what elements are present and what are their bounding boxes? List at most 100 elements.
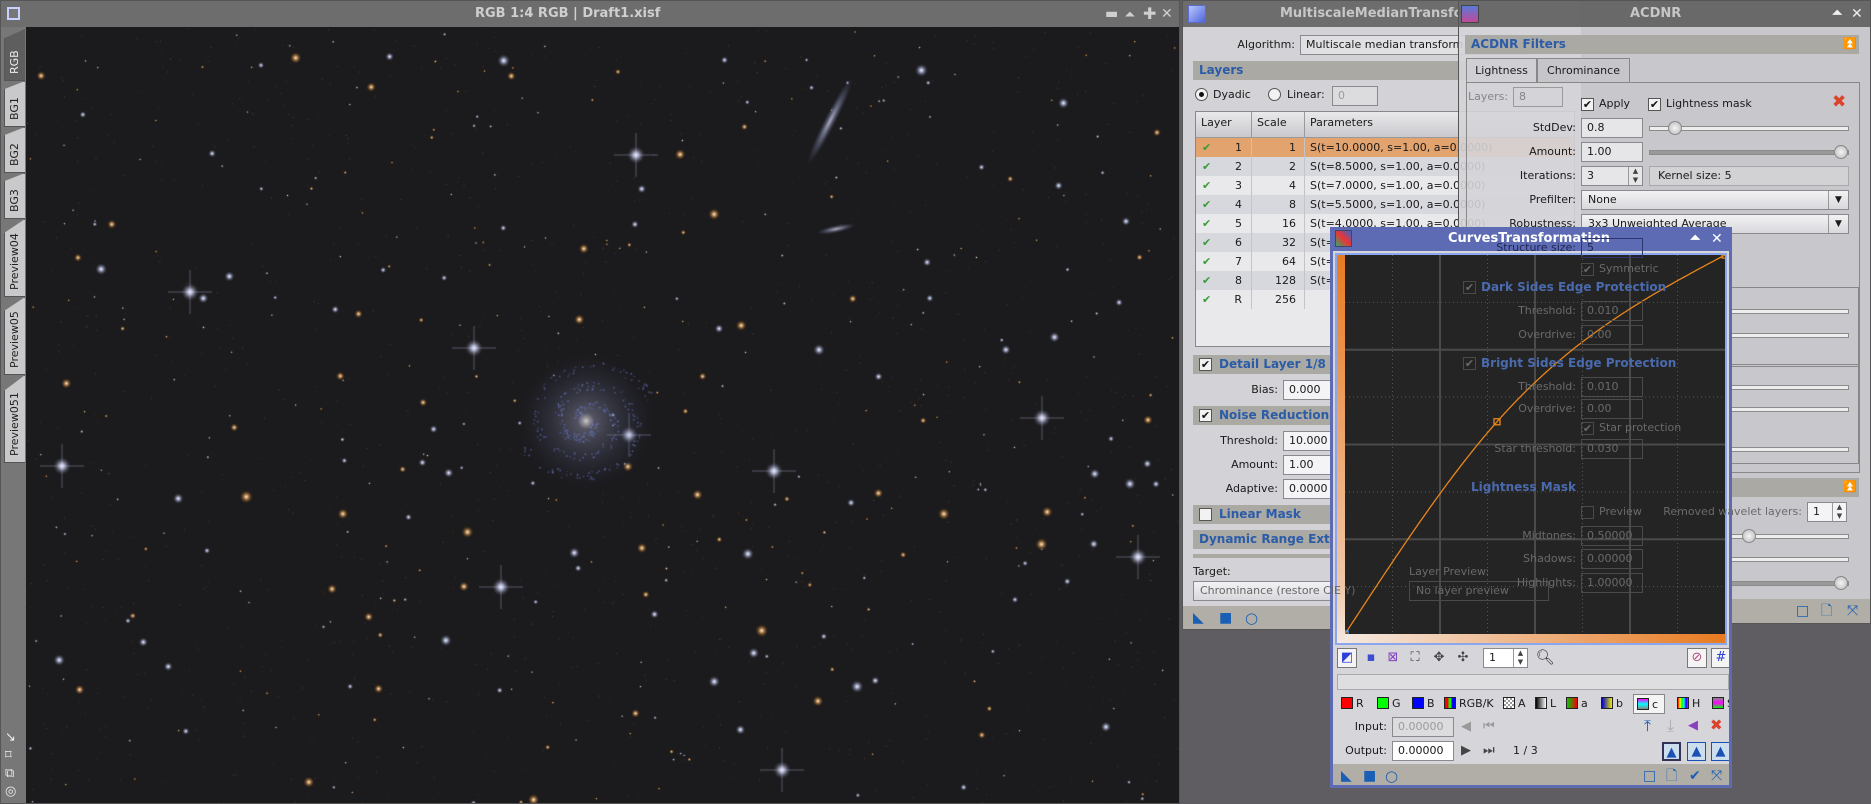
removed-layers-spinbox[interactable]: 1 ▲ ▼	[1807, 502, 1847, 522]
close-icon[interactable]: ✕	[1161, 1, 1173, 27]
channel-g[interactable]: G	[1374, 694, 1406, 714]
collapse-window-icon[interactable]: ⤧	[1847, 599, 1858, 623]
apply-checkbox[interactable]: ✔	[1581, 98, 1594, 111]
pan-icon[interactable]: ✣	[1453, 649, 1473, 667]
zoom-in-icon[interactable]: ⛶	[1405, 649, 1425, 667]
new-instance-icon[interactable]: ◣	[1193, 606, 1204, 629]
shade-icon[interactable]: ⏶	[1125, 1, 1135, 27]
linear-mask-checkbox[interactable]	[1199, 508, 1212, 521]
lightness-mask-checkbox[interactable]: ✔	[1648, 98, 1661, 111]
close-icon[interactable]: ✕	[1711, 227, 1723, 251]
channel-b[interactable]: B	[1409, 694, 1441, 714]
layer-enabled-icon[interactable]: ✔	[1202, 138, 1211, 157]
layer-enabled-icon[interactable]: ✔	[1202, 195, 1211, 214]
stddev-slider[interactable]	[1649, 121, 1849, 135]
channel-b[interactable]: b	[1598, 694, 1630, 714]
view-tab-preview051[interactable]: Preview051	[4, 375, 25, 463]
store-icon[interactable]: ⤒	[1644, 717, 1651, 735]
apply-square-icon[interactable]: ■	[1219, 606, 1232, 629]
delete-icon[interactable]: ✖	[1710, 716, 1723, 734]
reset-icon[interactable]: □	[1796, 599, 1809, 623]
midtones-input[interactable]: 0.50000	[1581, 526, 1643, 546]
slider-thumb[interactable]	[1742, 529, 1756, 543]
delete-point-icon[interactable]: ⊠	[1383, 649, 1403, 667]
structure-size-spinbox[interactable]: 5	[1581, 238, 1643, 258]
layer-enabled-icon[interactable]: ✔	[1202, 271, 1211, 290]
shadows-input[interactable]: 0.00000	[1581, 549, 1643, 569]
layer-enabled-icon[interactable]: ✔	[1202, 176, 1211, 195]
close-icon[interactable]: ✕	[1851, 1, 1863, 27]
input-field[interactable]: 0.00000	[1392, 717, 1454, 737]
stddev-input[interactable]: 0.8	[1581, 118, 1643, 138]
dyadic-radio[interactable]	[1195, 88, 1208, 101]
linear-radio[interactable]	[1268, 88, 1281, 101]
image-window-titlebar[interactable]: RGB 1:4 RGB | Draft1.xisf ▬ ⏶ ✚ ✕	[1, 1, 1179, 27]
view-tab-preview05[interactable]: Preview05	[4, 297, 25, 375]
tab-lightness[interactable]: Lightness	[1466, 58, 1537, 83]
channel-s[interactable]: S	[1709, 694, 1729, 714]
amount-slider[interactable]	[1649, 145, 1849, 159]
delete-icon[interactable]: ✖	[1832, 92, 1846, 112]
preview-checkbox[interactable]	[1581, 506, 1594, 519]
spin-arrows-icon[interactable]: ▲ ▼	[1513, 649, 1527, 667]
slider-thumb[interactable]	[1834, 145, 1848, 159]
shade-icon[interactable]: ⏶	[1690, 227, 1700, 251]
minimize-icon[interactable]: ▬	[1105, 1, 1118, 27]
highlights-input[interactable]: 1.00000	[1581, 573, 1643, 593]
layer-enabled-icon[interactable]: ✔	[1202, 233, 1211, 252]
header-layer[interactable]: Layer	[1201, 113, 1232, 133]
collapse-icon[interactable]: ⏫	[1843, 37, 1857, 50]
header-scale[interactable]: Scale	[1257, 113, 1287, 133]
clone-icon[interactable]: ⧉	[5, 765, 23, 783]
view-tab-rgb[interactable]: RGB	[4, 29, 25, 81]
dark-overdrive-input[interactable]: 0.00	[1581, 325, 1643, 345]
grid-icon[interactable]: #	[1711, 648, 1729, 668]
view-tab-preview04[interactable]: Preview04	[4, 219, 25, 297]
akima-interpolation-icon[interactable]: ▲	[1662, 742, 1681, 761]
select-point-icon[interactable]: ▪	[1361, 649, 1381, 667]
apply-global-icon[interactable]: ○	[1385, 764, 1398, 785]
apply-square-icon[interactable]: ■	[1363, 764, 1376, 785]
target-icon[interactable]: ◎	[5, 783, 23, 801]
view-tab-bg3[interactable]: BG3	[4, 173, 25, 219]
bright-overdrive-input[interactable]: 0.00	[1581, 399, 1643, 419]
bright-threshold-input[interactable]: 0.010	[1581, 377, 1643, 397]
channel-r[interactable]: R	[1338, 694, 1370, 714]
channel-rgb-k[interactable]: RGB/K	[1441, 694, 1505, 714]
channel-h[interactable]: H	[1674, 694, 1706, 714]
spin-arrows-icon[interactable]: ▲ ▼	[1628, 167, 1642, 185]
iterations-spinbox[interactable]: 3 ▲ ▼	[1581, 166, 1643, 186]
layer-enabled-icon[interactable]: ✔	[1202, 290, 1211, 309]
view-tab-bg2[interactable]: BG2	[4, 127, 25, 173]
bright-sides-checkbox[interactable]: ✔	[1463, 357, 1476, 370]
amount-input[interactable]: 1.00	[1581, 142, 1643, 162]
zoom-spinbox[interactable]: 1 ▲ ▼	[1483, 648, 1528, 668]
collapse-icon[interactable]: ⏫	[1843, 480, 1857, 493]
check-icon[interactable]: ✔	[1689, 764, 1701, 785]
apply-global-icon[interactable]: ○	[1245, 606, 1258, 629]
channel-c[interactable]: c	[1633, 694, 1665, 714]
symmetric-checkbox[interactable]: ✔	[1581, 263, 1594, 276]
zoom-out-icon[interactable]: ✥	[1429, 649, 1449, 667]
new-instance-icon[interactable]: ◣	[1341, 764, 1352, 785]
tab-chrominance[interactable]: Chrominance	[1537, 58, 1630, 83]
first-point-icon[interactable]: ⏮	[1483, 718, 1495, 736]
layer-enabled-icon[interactable]: ✔	[1202, 252, 1211, 271]
spin-arrows-icon[interactable]: ▲ ▼	[1832, 503, 1846, 521]
slider-thumb[interactable]	[1834, 576, 1848, 590]
layer-enabled-icon[interactable]: ✔	[1202, 157, 1211, 176]
image-canvas[interactable]	[26, 27, 1179, 803]
magnifier-icon[interactable]: 🔍︎	[1535, 648, 1555, 666]
detail-layer-checkbox[interactable]: ✔	[1199, 358, 1212, 371]
noise-reduction-checkbox[interactable]: ✔	[1199, 409, 1212, 422]
prefilter-select[interactable]: None ▼	[1581, 190, 1849, 210]
dark-threshold-input[interactable]: 0.010	[1581, 301, 1643, 321]
cubic-interpolation-icon[interactable]: ▲	[1687, 742, 1706, 761]
view-tab-bg1[interactable]: BG1	[4, 81, 25, 127]
show-original-icon[interactable]: ⊘	[1687, 648, 1707, 668]
maximize-icon[interactable]: ✚	[1143, 1, 1156, 27]
collapse-window-icon[interactable]: ⤧	[1711, 764, 1722, 785]
document-icon[interactable]: 🗋	[1821, 599, 1832, 623]
channel-a[interactable]: a	[1563, 694, 1595, 714]
edit-points-icon[interactable]: ◩	[1337, 648, 1357, 668]
